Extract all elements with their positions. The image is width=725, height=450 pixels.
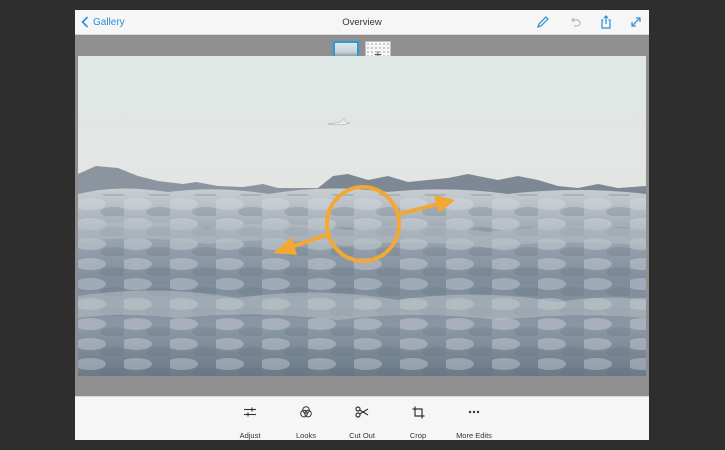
adjust-tool-button[interactable]: Adjust: [220, 404, 280, 440]
undo-icon[interactable]: [568, 15, 582, 29]
cloud-landscape-image: [78, 56, 646, 376]
photo-canvas[interactable]: [78, 56, 646, 376]
tool-label: More Edits: [456, 431, 492, 440]
tool-label: Looks: [295, 431, 316, 440]
tool-label: Cut Out: [349, 431, 375, 440]
expand-icon[interactable]: [629, 15, 643, 29]
looks-tool-button[interactable]: Looks: [276, 404, 336, 440]
cut-out-tool-button[interactable]: Cut Out: [332, 404, 392, 440]
sliders-icon: [220, 404, 280, 420]
page-title: Overview: [342, 17, 382, 28]
more-icon: [444, 404, 504, 420]
top-navigation-bar: Gallery Overview: [75, 10, 649, 35]
app-window: Gallery Overview + Adjust Looks Cut Out …: [75, 10, 649, 440]
share-icon[interactable]: [599, 15, 613, 29]
looks-icon: [276, 404, 336, 420]
scissors-icon: [332, 404, 392, 420]
crop-tool-button[interactable]: Crop: [388, 404, 448, 440]
pencil-icon[interactable]: [536, 15, 550, 29]
layer-thumbnail-strip: +: [75, 35, 649, 67]
crop-icon: [388, 404, 448, 420]
more-edits-button[interactable]: More Edits: [444, 404, 504, 440]
edit-toolbar: Adjust Looks Cut Out Crop More Edits: [75, 396, 649, 440]
tool-label: Crop: [409, 431, 427, 440]
tool-label: Adjust: [239, 431, 261, 440]
